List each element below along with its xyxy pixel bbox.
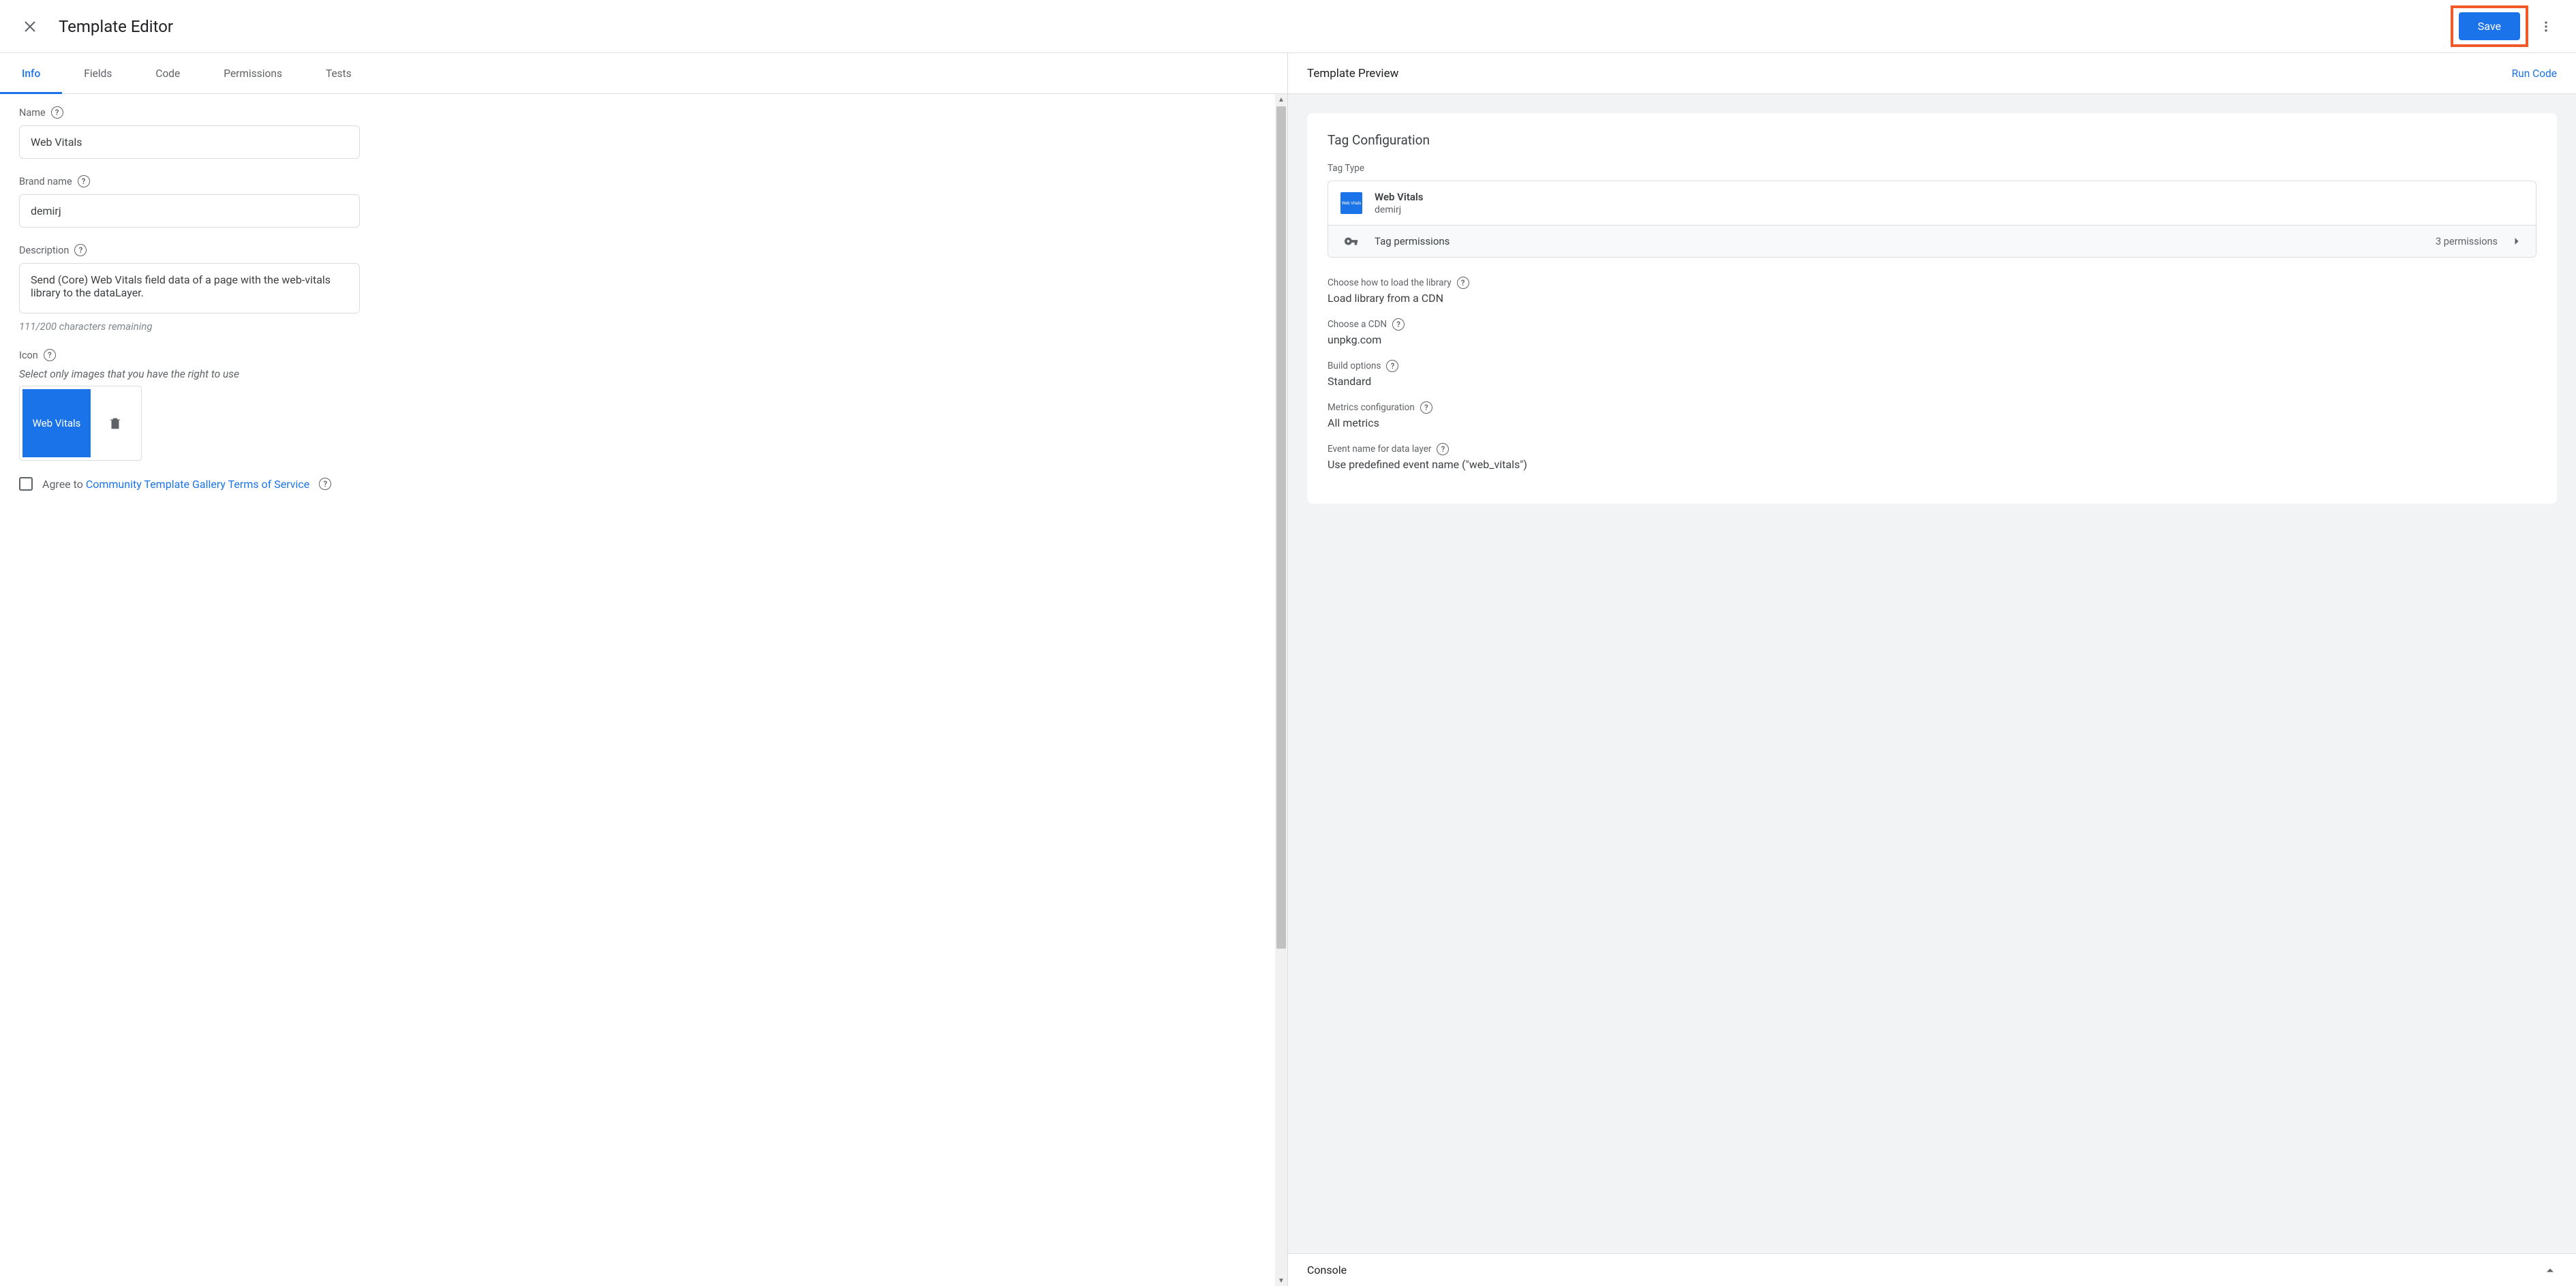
config-group-label: Metrics configuration? — [1328, 401, 2536, 414]
scroll-thumb[interactable] — [1276, 106, 1286, 949]
tag-badge: Web Vitals — [1340, 192, 1362, 214]
run-code-button[interactable]: Run Code — [2512, 67, 2557, 80]
name-field-label: Name ? — [19, 106, 1256, 119]
left-content-wrapper: Name ? Brand name ? Description ? — [0, 94, 1287, 1286]
description-field-label: Description ? — [19, 244, 1256, 256]
tag-type-brand: demirj — [1375, 204, 2524, 215]
chevron-right-icon — [2510, 234, 2524, 248]
tag-permissions-count: 3 permissions — [2436, 236, 2498, 247]
brand-label-text: Brand name — [19, 176, 72, 187]
tab-code[interactable]: Code — [134, 53, 202, 93]
more-vertical-icon — [2539, 20, 2553, 33]
help-icon[interactable]: ? — [1457, 277, 1469, 289]
save-highlight: Save — [2451, 5, 2528, 47]
config-group-label: Choose how to load the library? — [1328, 277, 2536, 289]
tag-type-row: Web Vitals Web Vitals demirj — [1328, 181, 2536, 225]
scroll-down-arrow[interactable]: ▼ — [1275, 1275, 1287, 1286]
tab-info[interactable]: Info — [0, 53, 62, 93]
config-section-title: Tag Configuration — [1328, 132, 2536, 148]
more-menu-button[interactable] — [2532, 13, 2560, 40]
key-icon — [1340, 234, 1362, 249]
config-group-label: Event name for data layer? — [1328, 443, 2536, 455]
chevron-up-icon — [2543, 1264, 2557, 1277]
config-label-text: Metrics configuration — [1328, 402, 1415, 413]
tab-permissions[interactable]: Permissions — [202, 53, 304, 93]
help-icon[interactable]: ? — [1386, 360, 1398, 372]
config-group: Event name for data layer? Use predefined… — [1328, 443, 2536, 471]
config-group-value: unpkg.com — [1328, 333, 2536, 346]
tag-permissions-label: Tag permissions — [1375, 235, 2423, 247]
config-group-value: Load library from a CDN — [1328, 292, 2536, 305]
close-button[interactable] — [14, 10, 46, 43]
tag-configuration-card: Tag Configuration Tag Type Web Vitals We… — [1307, 113, 2557, 504]
console-label: Console — [1307, 1264, 1347, 1276]
config-group-label: Choose a CDN? — [1328, 318, 2536, 331]
preview-header: Template Preview Run Code — [1288, 53, 2576, 94]
config-group-value: Standard — [1328, 375, 2536, 388]
preview-title: Template Preview — [1307, 67, 1398, 80]
left-scrollbar[interactable]: ▲ ▼ — [1275, 94, 1287, 1286]
description-char-count: 111/200 characters remaining — [19, 320, 1256, 333]
scroll-up-arrow[interactable]: ▲ — [1275, 94, 1287, 105]
main-layout: Info Fields Code Permissions Tests Name … — [0, 53, 2576, 1286]
help-icon[interactable]: ? — [1420, 401, 1432, 414]
console-bar[interactable]: Console — [1288, 1253, 2576, 1286]
editor-header: Template Editor Save — [0, 0, 2576, 53]
config-label-text: Event name for data layer — [1328, 444, 1431, 455]
config-group: Metrics configuration? All metrics — [1328, 401, 2536, 429]
brand-field-label: Brand name ? — [19, 175, 1256, 187]
agree-row: Agree to Community Template Gallery Term… — [19, 477, 1256, 491]
save-button[interactable]: Save — [2459, 12, 2520, 40]
tag-permissions-row[interactable]: Tag permissions 3 permissions — [1328, 225, 2536, 257]
agree-text: Agree to Community Template Gallery Term… — [42, 478, 309, 491]
config-group: Choose a CDN? unpkg.com — [1328, 318, 2536, 346]
help-icon[interactable]: ? — [51, 106, 63, 119]
config-group: Build options? Standard — [1328, 360, 2536, 388]
scroll-track[interactable] — [1275, 105, 1287, 1275]
preview-body: Tag Configuration Tag Type Web Vitals We… — [1288, 94, 2576, 1253]
help-icon[interactable]: ? — [78, 175, 90, 187]
description-label-text: Description — [19, 245, 69, 256]
brand-input[interactable] — [19, 194, 360, 228]
tag-type-label: Tag Type — [1328, 163, 2536, 174]
tab-fields[interactable]: Fields — [62, 53, 134, 93]
config-label-text: Choose a CDN — [1328, 319, 1387, 330]
config-label-text: Build options — [1328, 361, 1381, 371]
description-input[interactable] — [19, 263, 360, 313]
info-form: Name ? Brand name ? Description ? — [0, 94, 1275, 1286]
page-title: Template Editor — [59, 17, 2451, 36]
help-icon[interactable]: ? — [1437, 443, 1449, 455]
tag-meta: Web Vitals demirj — [1375, 191, 2524, 215]
help-icon[interactable]: ? — [1392, 318, 1405, 331]
agree-checkbox[interactable] — [19, 477, 33, 491]
terms-link[interactable]: Community Template Gallery Terms of Serv… — [86, 478, 309, 491]
icon-field-label: Icon ? — [19, 349, 1256, 361]
icon-preview-card: Web Vitals — [19, 386, 142, 461]
delete-icon-button[interactable] — [103, 411, 127, 435]
name-input[interactable] — [19, 125, 360, 159]
close-icon — [22, 18, 38, 35]
agree-prefix: Agree to — [42, 478, 86, 491]
tab-tests[interactable]: Tests — [304, 53, 373, 93]
editor-left-pane: Info Fields Code Permissions Tests Name … — [0, 53, 1288, 1286]
help-icon[interactable]: ? — [44, 349, 56, 361]
tag-type-name: Web Vitals — [1375, 191, 2524, 203]
icon-tile: Web Vitals — [22, 389, 91, 457]
name-label-text: Name — [19, 107, 46, 119]
icon-label-text: Icon — [19, 350, 38, 361]
help-icon[interactable]: ? — [74, 244, 87, 256]
config-group-value: Use predefined event name ("web_vitals") — [1328, 458, 2536, 471]
preview-pane: Template Preview Run Code Tag Configurat… — [1288, 53, 2576, 1286]
config-group-value: All metrics — [1328, 416, 2536, 429]
icon-hint: Select only images that you have the rig… — [19, 368, 1256, 380]
config-group-label: Build options? — [1328, 360, 2536, 372]
config-label-text: Choose how to load the library — [1328, 277, 1452, 288]
editor-tabs: Info Fields Code Permissions Tests — [0, 53, 1287, 94]
config-group: Choose how to load the library? Load libr… — [1328, 277, 2536, 305]
help-icon[interactable]: ? — [319, 478, 331, 490]
tag-type-box: Web Vitals Web Vitals demirj Tag permiss… — [1328, 181, 2536, 258]
trash-icon — [108, 416, 123, 431]
